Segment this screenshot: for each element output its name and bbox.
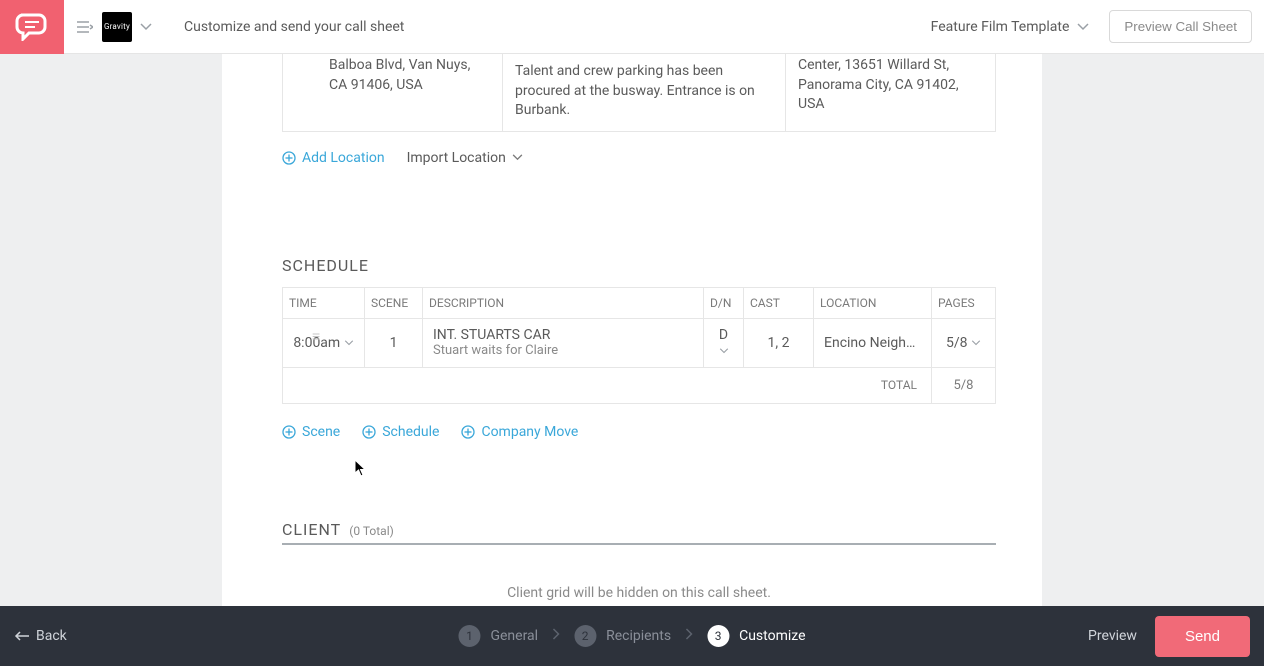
back-button[interactable]: Back	[14, 628, 67, 644]
step-number: 2	[574, 625, 596, 647]
add-scene-label: Scene	[302, 424, 340, 440]
logo-icon	[15, 13, 49, 41]
main-content: ≡ 1 Lake Balboa/Anthony C. Beilenson Par…	[0, 54, 1264, 606]
client-empty-message: Client grid will be hidden on this call …	[282, 585, 996, 601]
step-label: Recipients	[606, 628, 671, 644]
step-number: 3	[707, 625, 729, 647]
call-sheet-paper: ≡ 1 Lake Balboa/Anthony C. Beilenson Par…	[222, 54, 1042, 606]
location-address-cell[interactable]: 1 Lake Balboa/Anthony C. Beilenson Park,…	[283, 54, 503, 131]
top-bar: Gravity Customize and send your call she…	[0, 0, 1264, 54]
dn-cell[interactable]: D	[704, 318, 744, 367]
description-title: INT. STUARTS CAR	[433, 327, 693, 343]
chevron-down-icon	[344, 340, 354, 346]
send-button[interactable]: Send	[1155, 616, 1250, 657]
add-schedule-label: Schedule	[382, 424, 439, 440]
table-row[interactable]: 8:00am 1 INT. STUARTS CAR Stuart waits f…	[283, 318, 996, 367]
col-dn: D/N	[704, 287, 744, 318]
add-company-move-button[interactable]: Company Move	[461, 424, 578, 440]
sidebar-toggle-icon	[76, 20, 94, 34]
col-pages: PAGES	[932, 287, 996, 318]
chevron-down-icon	[719, 348, 729, 354]
hospital-address: Kaiser Permanente Panorama City Medical …	[798, 54, 959, 112]
plus-circle-icon	[282, 151, 296, 165]
dn-value: D	[719, 327, 728, 343]
chevron-down-icon	[1077, 23, 1089, 31]
add-scene-button[interactable]: Scene	[282, 424, 340, 440]
template-label: Feature Film Template	[931, 19, 1070, 35]
table-header-row: TIME SCENE DESCRIPTION D/N CAST LOCATION…	[283, 287, 996, 318]
location-cell[interactable]: Encino Neighborhood	[814, 318, 932, 367]
step-label: Customize	[739, 628, 805, 644]
description-cell[interactable]: INT. STUARTS CAR Stuart waits for Claire	[423, 318, 704, 367]
add-company-move-label: Company Move	[481, 424, 578, 440]
parking-title: Balboa Blvd. & Burbank Blvd., United Sta…	[515, 54, 773, 56]
total-value: 5/8	[932, 367, 996, 403]
drag-handle-icon[interactable]: ≡	[312, 333, 320, 341]
col-location: LOCATION	[814, 287, 932, 318]
col-scene: SCENE	[365, 287, 423, 318]
scene-cell[interactable]: 1	[365, 318, 423, 367]
schedule-table: TIME SCENE DESCRIPTION D/N CAST LOCATION…	[282, 287, 996, 404]
schedule-actions: Scene Schedule Company Move	[282, 424, 996, 440]
preview-call-sheet-button[interactable]: Preview Call Sheet	[1109, 10, 1252, 43]
preview-button[interactable]: Preview	[1088, 628, 1137, 644]
template-dropdown[interactable]: Feature Film Template	[931, 19, 1090, 35]
bottom-bar: Back 1 General 2 Recipients 3 Customize …	[0, 606, 1264, 666]
back-label: Back	[36, 628, 67, 644]
client-count: (0 Total)	[349, 524, 394, 538]
import-location-button[interactable]: Import Location	[407, 150, 523, 166]
locations-table: 1 Lake Balboa/Anthony C. Beilenson Park,…	[282, 54, 996, 132]
app-logo[interactable]	[0, 0, 64, 54]
col-time: TIME	[283, 287, 365, 318]
schedule-section: ≡ TIME SCENE DESCRIPTION D/N CAST LOCATI…	[282, 287, 996, 404]
add-location-button[interactable]: Add Location	[282, 150, 385, 166]
location-hospital-cell[interactable]: Kaiser Permanente Panorama City Medical …	[786, 54, 996, 131]
parking-note: Talent and crew parking has been procure…	[515, 62, 773, 121]
pages-cell[interactable]: 5/8	[932, 318, 996, 367]
schedule-title: SCHEDULE	[282, 256, 996, 275]
step-general[interactable]: 1 General	[458, 625, 538, 647]
step-breadcrumbs: 1 General 2 Recipients 3 Customize	[458, 625, 805, 647]
chevron-down-icon	[140, 19, 152, 35]
step-customize[interactable]: 3 Customize	[707, 625, 805, 647]
add-location-label: Add Location	[302, 150, 385, 166]
chevron-right-icon	[552, 628, 560, 644]
client-section-header: CLIENT (0 Total)	[282, 520, 996, 545]
location-row-wrap: ≡ 1 Lake Balboa/Anthony C. Beilenson Par…	[282, 54, 996, 132]
chevron-down-icon	[971, 340, 981, 346]
cast-cell[interactable]: 1, 2	[744, 318, 814, 367]
import-location-label: Import Location	[407, 150, 506, 166]
total-label: TOTAL	[283, 367, 932, 403]
project-selector[interactable]: Gravity	[64, 12, 164, 42]
step-label: General	[490, 628, 538, 644]
time-cell[interactable]: 8:00am	[283, 318, 365, 367]
client-title: CLIENT	[282, 520, 341, 539]
location-actions: Add Location Import Location	[282, 150, 996, 166]
plus-circle-icon	[282, 425, 296, 439]
schedule-total-row: TOTAL 5/8	[283, 367, 996, 403]
location-address: Lake Balboa/Anthony C. Beilenson Park, 6…	[329, 54, 490, 95]
step-recipients[interactable]: 2 Recipients	[574, 625, 671, 647]
pages-value: 5/8	[946, 335, 968, 351]
description-sub: Stuart waits for Claire	[433, 343, 693, 358]
location-parking-cell[interactable]: Balboa Blvd. & Burbank Blvd., United Sta…	[503, 54, 786, 131]
project-badge: Gravity	[102, 12, 132, 42]
table-row[interactable]: 1 Lake Balboa/Anthony C. Beilenson Park,…	[283, 54, 996, 131]
plus-circle-icon	[461, 425, 475, 439]
add-schedule-button[interactable]: Schedule	[362, 424, 439, 440]
chevron-right-icon	[685, 628, 693, 644]
step-number: 1	[458, 625, 480, 647]
plus-circle-icon	[362, 425, 376, 439]
arrow-left-icon	[14, 631, 30, 641]
page-title: Customize and send your call sheet	[184, 19, 404, 35]
col-cast: CAST	[744, 287, 814, 318]
col-description: DESCRIPTION	[423, 287, 704, 318]
chevron-down-icon	[512, 154, 523, 161]
